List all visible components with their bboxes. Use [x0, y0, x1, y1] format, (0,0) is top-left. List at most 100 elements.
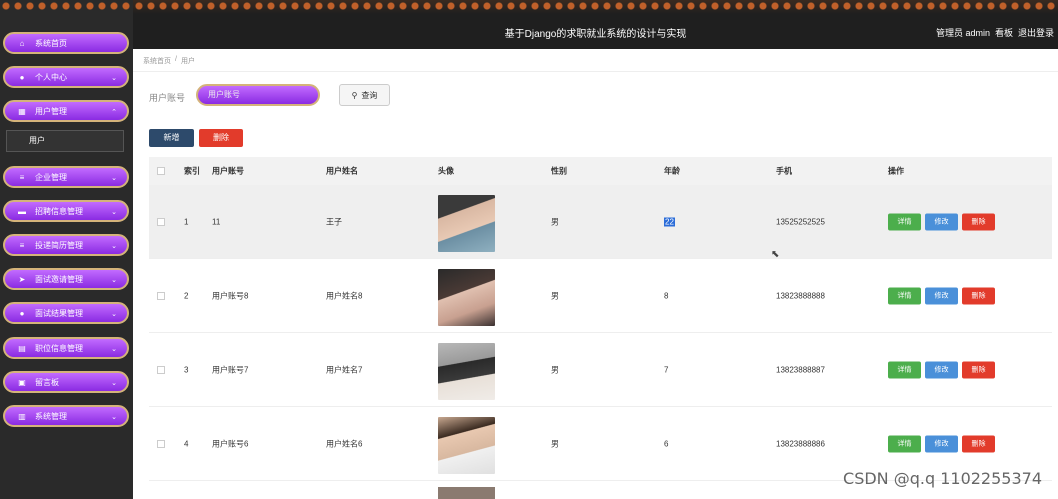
cell-name: 用户姓名6 — [326, 439, 363, 448]
admin-link[interactable]: 管理员 admin — [936, 26, 990, 39]
header-links: 管理员 admin 看板 退出登录 — [936, 26, 1054, 39]
delete-button[interactable]: 删除 — [962, 287, 995, 304]
detail-button[interactable]: 详情 — [888, 213, 921, 230]
row-checkbox[interactable] — [157, 291, 165, 300]
detail-button[interactable]: 详情 — [888, 287, 921, 304]
chevron-down-icon: ⌄ — [111, 311, 117, 318]
clipboard-icon: ▣ — [18, 377, 26, 387]
cell-gender: 男 — [551, 217, 559, 226]
dashboard-link[interactable]: 看板 — [995, 26, 1013, 39]
table-header: 索引 用户账号 用户姓名 头像 性别 年龄 手机 操作 — [149, 157, 1052, 185]
search-button-label: 查询 — [361, 90, 378, 100]
chevron-down-icon: ⌄ — [111, 75, 117, 82]
sidebar-item-recruitment[interactable]: ▬ 招聘信息管理 ⌄ — [3, 200, 129, 222]
sidebar-item-personal[interactable]: ● 个人中心 ⌄ — [3, 66, 129, 88]
main-content: 系统首页 / 用户 用户账号 用户账号 ⚲ 查询 新增 删除 索引 用户账号 用… — [133, 49, 1058, 499]
sidebar-item-position[interactable]: ▤ 职位信息管理 ⌄ — [3, 337, 129, 359]
watermark: CSDN @q.q 1102255374 — [843, 469, 1042, 488]
cell-name: 用户姓名7 — [326, 365, 363, 374]
chevron-down-icon: ⌄ — [111, 277, 117, 284]
add-button[interactable]: 新增 — [149, 129, 194, 147]
sidebar-item-system[interactable]: ▥ 系统管理 ⌄ — [3, 405, 129, 427]
table-row[interactable]: 1 11 王子 男 22 13525252525 详情 修改 删除 — [149, 185, 1052, 259]
cell-age: 7 — [664, 365, 669, 374]
sidebar-item-label: 留言板 — [35, 377, 59, 387]
avatar — [438, 195, 495, 252]
cell-account: 用户账号7 — [212, 365, 249, 374]
page-title: 基于Django的求职就业系统的设计与实现 — [504, 29, 687, 40]
sidebar-item-label: 面试结果管理 — [35, 308, 83, 318]
cell-name: 用户姓名8 — [326, 291, 363, 300]
sidebar-item-home[interactable]: ⌂ 系统首页 — [3, 32, 129, 54]
sidebar-item-label: 投递简历管理 — [35, 240, 83, 250]
cell-account: 用户账号8 — [212, 291, 249, 300]
search-icon: ⚲ — [351, 90, 358, 100]
avatar — [438, 269, 495, 326]
sidebar-item-messages[interactable]: ▣ 留言板 ⌄ — [3, 371, 129, 393]
row-checkbox[interactable] — [157, 439, 165, 448]
search-button[interactable]: ⚲ 查询 — [339, 84, 390, 106]
cell-phone: 13823888886 — [776, 439, 825, 448]
chevron-down-icon: ⌄ — [111, 346, 117, 353]
send-icon: ➤ — [18, 274, 26, 284]
table-row[interactable]: 3 用户账号7 用户姓名7 男 7 13823888887 详情 修改 删除 — [149, 333, 1052, 407]
sidebar-item-label: 职位信息管理 — [35, 343, 83, 353]
edit-button[interactable]: 修改 — [925, 213, 958, 230]
doc-icon: ▤ — [18, 343, 26, 353]
cell-phone: 13525252525 — [776, 217, 825, 226]
cell-account: 11 — [212, 217, 221, 226]
cell-gender: 男 — [551, 291, 559, 300]
sidebar-ornament — [0, 0, 133, 14]
table-row[interactable]: 2 用户账号8 用户姓名8 男 8 13823888888 详情 修改 删除 — [149, 259, 1052, 333]
edit-button[interactable]: 修改 — [925, 435, 958, 452]
header: 基于Django的求职就业系统的设计与实现 管理员 admin 看板 退出登录 — [133, 0, 1058, 49]
chevron-down-icon: ⌄ — [111, 243, 117, 250]
sidebar-item-label: 个人中心 — [35, 72, 67, 82]
sidebar-item-interview-result[interactable]: ● 面试结果管理 ⌄ — [3, 302, 129, 324]
breadcrumb-home[interactable]: 系统首页 — [143, 56, 171, 66]
detail-button[interactable]: 详情 — [888, 435, 921, 452]
sidebar-item-enterprise[interactable]: ≡ 企业管理 ⌄ — [3, 166, 129, 188]
sidebar-item-label: 系统首页 — [35, 38, 67, 48]
row-checkbox[interactable] — [157, 365, 165, 374]
column-header-name: 用户姓名 — [326, 166, 358, 176]
sidebar-item-label: 面试邀请管理 — [35, 274, 83, 284]
batch-delete-button[interactable]: 删除 — [199, 129, 243, 147]
cell-name: 王子 — [326, 217, 342, 226]
cell-age: 6 — [664, 439, 669, 448]
mouse-cursor-icon: ⬉ — [771, 249, 780, 260]
search-input[interactable]: 用户账号 — [196, 84, 320, 106]
avatar — [438, 343, 495, 400]
avatar — [438, 487, 495, 499]
sidebar-item-label: 用户管理 — [35, 106, 67, 116]
row-actions: 详情 修改 删除 — [888, 361, 995, 378]
cell-gender: 男 — [551, 365, 559, 374]
header-ornament — [133, 0, 1058, 14]
delete-button[interactable]: 删除 — [962, 435, 995, 452]
cell-age: 22 — [664, 217, 675, 226]
delete-button[interactable]: 删除 — [962, 361, 995, 378]
sidebar-item-resume[interactable]: ≡ 投递简历管理 ⌄ — [3, 234, 129, 256]
edit-button[interactable]: 修改 — [925, 287, 958, 304]
age-value-selected: 22 — [664, 217, 675, 226]
edit-button[interactable]: 修改 — [925, 361, 958, 378]
detail-button[interactable]: 详情 — [888, 361, 921, 378]
select-all-checkbox[interactable] — [157, 167, 165, 175]
column-header-gender: 性别 — [551, 166, 567, 176]
delete-button[interactable]: 删除 — [962, 213, 995, 230]
row-checkbox[interactable] — [157, 217, 165, 226]
column-header-age: 年龄 — [664, 166, 680, 176]
avatar — [438, 417, 495, 474]
logout-link[interactable]: 退出登录 — [1018, 26, 1054, 39]
sidebar-item-users[interactable]: ▦ 用户管理 ⌃ — [3, 100, 129, 122]
sidebar-item-label: 招聘信息管理 — [35, 206, 83, 216]
cell-phone: 13823888888 — [776, 291, 825, 300]
sidebar: ⌂ 系统首页 ● 个人中心 ⌄ ▦ 用户管理 ⌃ 用户 ≡ 企业管理 ⌄ ▬ 招… — [0, 0, 133, 499]
grid-icon: ▦ — [18, 106, 26, 116]
chevron-down-icon: ⌄ — [111, 209, 117, 216]
sidebar-item-interview-invite[interactable]: ➤ 面试邀请管理 ⌄ — [3, 268, 129, 290]
user-table: 索引 用户账号 用户姓名 头像 性别 年龄 手机 操作 1 11 王子 男 22… — [149, 157, 1052, 499]
user-icon: ● — [19, 72, 25, 82]
sidebar-subitem-user[interactable]: 用户 — [6, 130, 124, 152]
column-header-actions: 操作 — [888, 166, 904, 176]
